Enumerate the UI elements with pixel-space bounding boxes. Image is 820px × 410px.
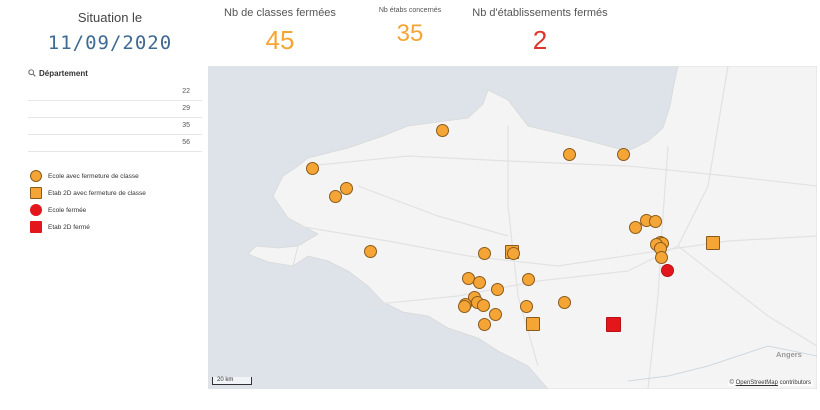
closed-school-marker[interactable] [660,263,674,277]
class-closure-school-marker[interactable] [521,272,535,286]
legend-label: Etab 2D avec fermeture de classe [48,189,146,197]
department-item[interactable]: 29 [28,101,202,118]
legend-item: Ecole avec fermeture de classe [30,168,205,184]
class-closure-school-marker[interactable] [562,147,576,161]
map-attribution: © OpenStreetMap contributors [727,380,813,386]
department-filter-label: Département [39,68,88,78]
search-icon [28,69,36,77]
map-view[interactable]: Angers 20 km © OpenStreetMap contributor… [208,66,817,389]
class-closure-school-marker[interactable] [339,181,353,195]
class-closure-school-marker[interactable] [472,275,486,289]
legend-item: Etab 2D avec fermeture de classe [30,185,205,201]
class-closure-school-marker[interactable] [477,246,491,260]
place-label-angers: Angers [776,350,802,359]
class-closure-school-marker[interactable] [328,189,342,203]
class-closure-secondary-school-marker[interactable] [706,236,720,250]
closed-classes-label: Nb de classes fermées [224,7,336,19]
department-list: 22 29 35 56 [28,84,202,152]
class-closure-school-marker[interactable] [648,214,662,228]
closed-schools-value: 2 [532,25,548,55]
legend-item: Ecole fermée [30,202,205,218]
attribution-suffix: contributors [779,380,811,386]
map-legend: Ecole avec fermeture de classe Etab 2D a… [30,168,205,236]
class-closure-school-marker[interactable] [457,299,471,313]
schools-concerned-label: Nb étabs concernés [378,7,442,14]
legend-label: Ecole fermée [48,206,87,214]
red-circle-icon [30,204,42,216]
class-closure-school-marker[interactable] [305,161,319,175]
class-closure-school-marker[interactable] [476,298,490,312]
legend-label: Ecole avec fermeture de classe [48,172,139,180]
class-closure-school-marker[interactable] [477,317,491,331]
orange-circle-icon [30,170,42,182]
schools-concerned-kpi: Nb étabs concernés 35 [360,7,460,46]
class-closure-school-marker[interactable] [654,250,668,264]
date-kpi: Situation le 11/09/2020 [40,10,180,53]
date-kpi-label: Situation le [77,10,143,25]
class-closure-school-marker[interactable] [557,295,571,309]
closed-secondary-school-marker[interactable] [605,316,621,332]
department-item[interactable]: 35 [28,118,202,135]
closed-classes-kpi: Nb de classes fermées 45 [210,7,350,53]
class-closure-secondary-school-marker[interactable] [526,317,540,331]
scale-bar: 20 km [212,377,253,385]
schools-concerned-value: 35 [396,20,424,47]
department-item[interactable]: 22 [28,84,202,101]
class-closure-school-marker[interactable] [363,244,377,258]
red-square-icon [30,221,42,233]
legend-label: Etab 2D fermé [48,223,90,231]
closed-classes-value: 45 [265,25,295,55]
date-kpi-value: 11/09/2020 [47,32,173,54]
department-filter[interactable]: Département 22 29 35 56 [28,66,202,152]
orange-square-icon [30,187,42,199]
closed-schools-kpi: Nb d'établissements fermés 2 [470,7,610,53]
closed-schools-label: Nb d'établissements fermés [472,7,608,19]
osm-link[interactable]: OpenStreetMap [736,380,778,386]
map-canvas[interactable] [208,66,817,389]
department-filter-header[interactable]: Département [28,66,202,80]
class-closure-school-marker[interactable] [616,147,630,161]
department-item[interactable]: 56 [28,135,202,152]
class-closure-school-marker[interactable] [506,246,520,260]
class-closure-school-marker[interactable] [488,307,502,321]
legend-item: Etab 2D fermé [30,219,205,235]
attribution-copyright: © [729,380,734,386]
class-closure-school-marker[interactable] [435,123,449,137]
class-closure-school-marker[interactable] [519,299,533,313]
class-closure-school-marker[interactable] [490,282,504,296]
